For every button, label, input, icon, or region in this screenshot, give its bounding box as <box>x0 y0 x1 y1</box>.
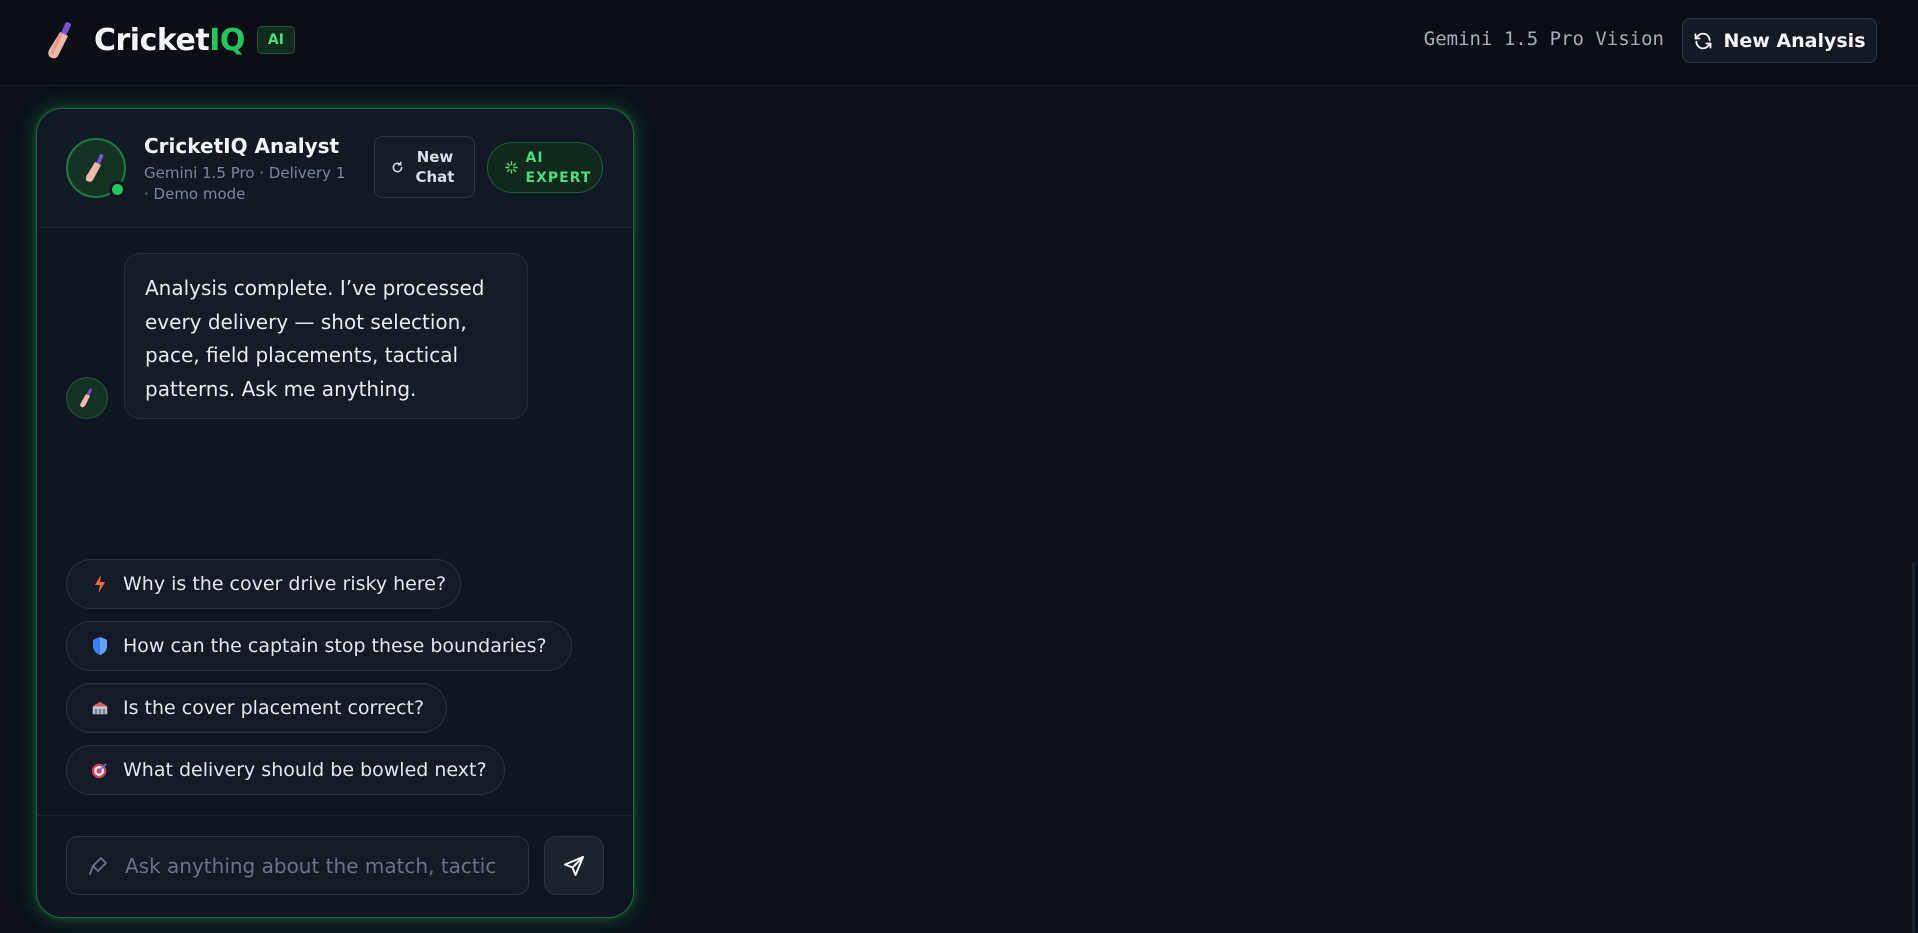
shield-icon <box>91 636 109 656</box>
ai-badge: AI <box>256 26 295 54</box>
suggestion-label: Why is the cover drive risky here? <box>123 573 447 595</box>
microphone-icon <box>89 856 108 875</box>
top-bar: CricketIQ AI Gemini 1.5 Pro Vision New A… <box>0 0 1918 86</box>
lightning-icon <box>91 574 109 594</box>
reset-icon <box>392 161 403 172</box>
new-analysis-button[interactable]: New Analysis <box>1682 18 1877 63</box>
suggestion-label: Is the cover placement correct? <box>123 697 425 719</box>
cricket-bat-icon <box>48 22 72 59</box>
suggestion-chip[interactable]: Why is the cover drive risky here? <box>66 559 461 609</box>
send-button[interactable] <box>544 836 604 895</box>
agent-subtitle: Gemini 1.5 Pro · Delivery 1 · Demo mode <box>144 164 346 203</box>
online-status-dot <box>109 181 126 198</box>
suggestion-chip[interactable]: What delivery should be bowled next? <box>66 745 505 795</box>
suggestion-label: What delivery should be bowled next? <box>123 759 487 781</box>
suggestion-chip[interactable]: How can the captain stop these boundarie… <box>66 621 572 671</box>
suggestion-chip[interactable]: Is the cover placement correct? <box>66 683 447 733</box>
ai-expert-badge: AI EXPERT <box>487 142 603 193</box>
page-scrollbar[interactable] <box>1912 562 1915 933</box>
assistant-avatar <box>66 377 108 419</box>
refresh-icon <box>1695 32 1712 49</box>
agent-name: CricketIQ Analyst <box>144 134 340 158</box>
new-chat-label: New Chat <box>415 148 455 186</box>
suggestion-label: How can the captain stop these boundarie… <box>123 635 547 657</box>
cricket-bat-icon <box>80 388 93 408</box>
chat-input-area <box>37 815 633 917</box>
brand[interactable]: CricketIQ AI <box>44 18 295 62</box>
send-icon <box>564 855 584 876</box>
new-analysis-label: New Analysis <box>1723 29 1866 52</box>
model-label: Gemini 1.5 Pro Vision <box>1423 28 1664 50</box>
sparkle-icon <box>504 161 518 174</box>
brand-name-primary: Cricket <box>94 22 210 58</box>
ai-expert-label: AI EXPERT <box>525 149 592 186</box>
brand-name: CricketIQ <box>94 23 245 58</box>
chat-panel: CricketIQ Analyst Gemini 1.5 Pro · Deliv… <box>36 108 634 918</box>
brand-name-accent: IQ <box>209 22 245 58</box>
chat-header: CricketIQ Analyst Gemini 1.5 Pro · Deliv… <box>37 109 633 228</box>
chat-input[interactable] <box>125 837 517 894</box>
stadium-icon <box>91 698 109 718</box>
chat-input-box[interactable] <box>66 836 529 895</box>
target-icon <box>91 760 109 780</box>
new-chat-button[interactable]: New Chat <box>374 136 475 198</box>
cricket-bat-icon <box>85 154 104 182</box>
assistant-message: Analysis complete. I’ve processed every … <box>124 253 528 419</box>
